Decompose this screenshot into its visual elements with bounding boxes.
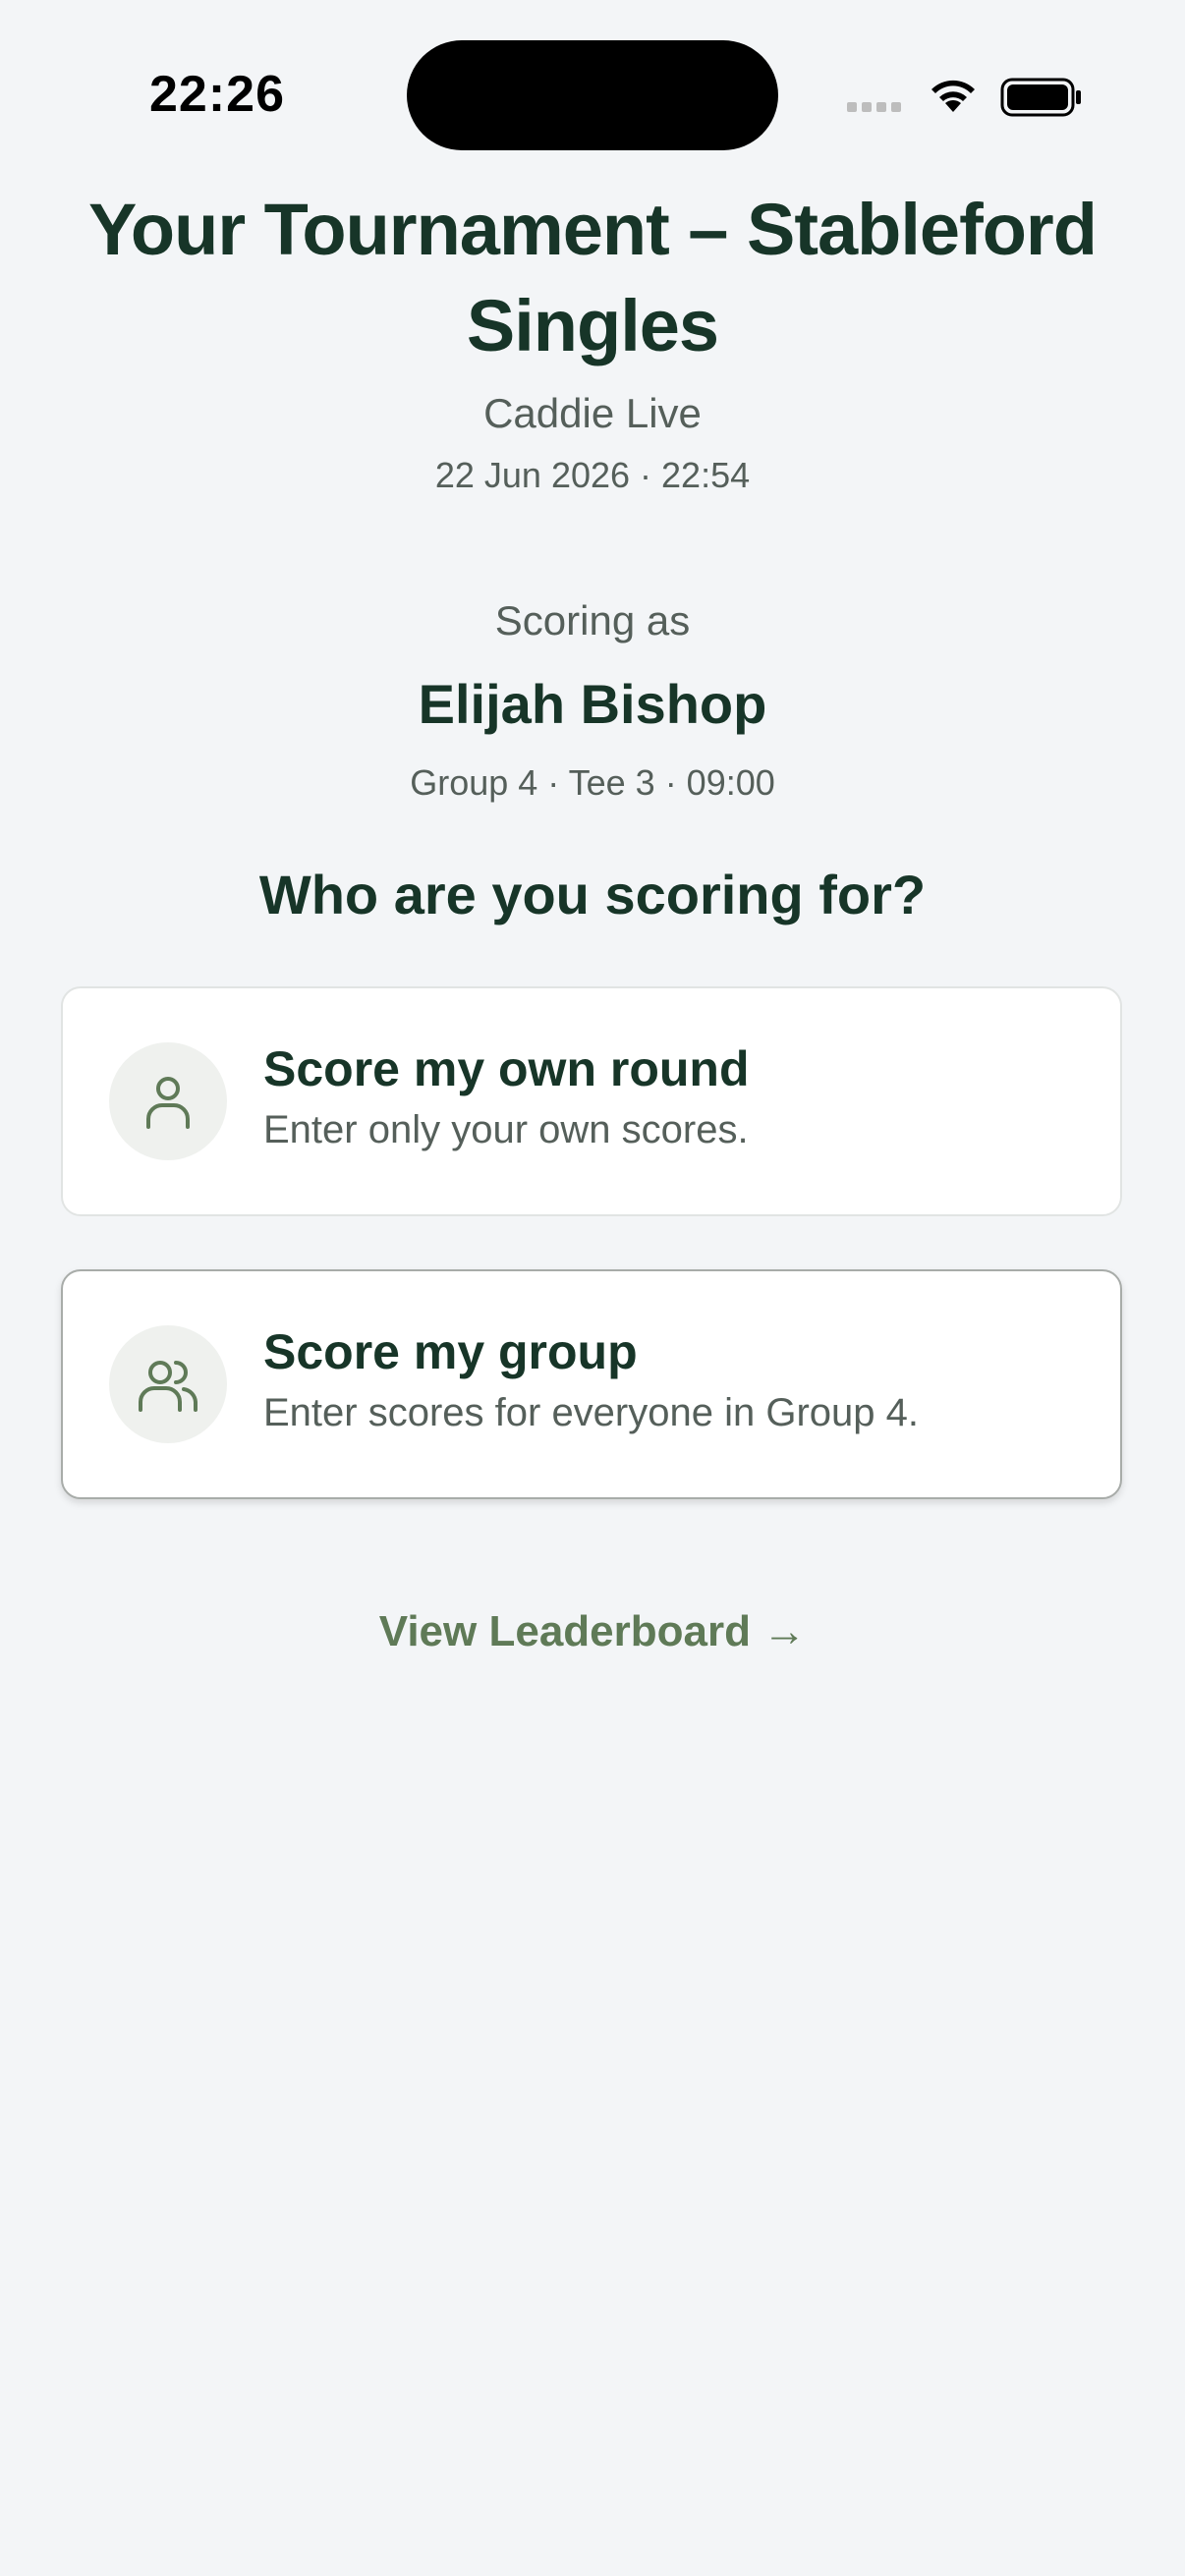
status-bar: 22:26 — [0, 0, 1185, 187]
score-own-round-option[interactable]: Score my own round Enter only your own s… — [61, 986, 1122, 1216]
option-title: Score my own round — [263, 1041, 750, 1096]
option-description: Enter scores for everyone in Group 4. — [263, 1391, 919, 1434]
battery-icon — [1000, 78, 1081, 117]
status-icons — [847, 73, 1083, 117]
user-icon — [146, 1077, 190, 1129]
status-time: 22:26 — [149, 66, 285, 123]
score-group-option[interactable]: Score my group Enter scores for everyone… — [61, 1269, 1122, 1499]
view-leaderboard-link[interactable]: View Leaderboard → — [0, 1607, 1185, 1656]
user-icon-badge — [109, 1042, 227, 1160]
tournament-datetime: 22 Jun 2026 · 22:54 — [434, 455, 751, 495]
scoring-question: Who are you scoring for? — [258, 864, 927, 925]
page-subtitle: Caddie Live — [483, 390, 702, 436]
scoring-as-label: Scoring as — [494, 597, 691, 644]
users-icon — [139, 1361, 198, 1412]
users-icon-badge — [109, 1325, 227, 1443]
option-text: Score my group Enter scores for everyone… — [263, 1322, 919, 1435]
cellular-signal-icon — [847, 102, 901, 112]
option-description: Enter only your own scores. — [263, 1108, 749, 1151]
player-group-info: Group 4 · Tee 3 · 09:00 — [410, 762, 775, 803]
option-title: Score my group — [263, 1324, 638, 1379]
option-text: Score my own round Enter only your own s… — [263, 1039, 750, 1152]
header: Your Tournament – Stableford Singles Cad… — [0, 182, 1185, 496]
page-title: Your Tournament – Stableford Singles — [88, 189, 1098, 366]
player-name: Elijah Bishop — [418, 673, 767, 735]
wifi-icon — [931, 80, 975, 112]
dynamic-island — [407, 40, 778, 150]
